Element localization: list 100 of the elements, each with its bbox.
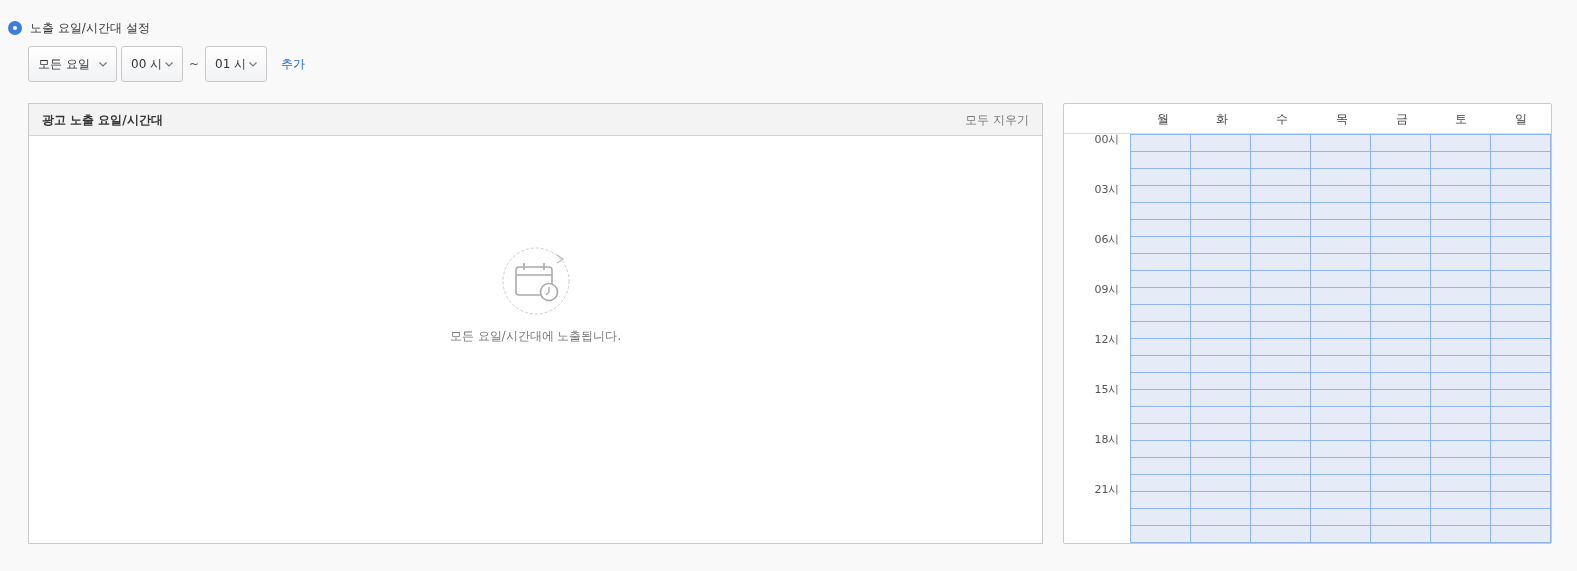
time-slot-cell[interactable]: [1251, 254, 1311, 271]
dropdown[interactable]: 00 시: [121, 46, 183, 82]
time-slot-cell[interactable]: [1431, 169, 1491, 186]
time-slot-cell[interactable]: [1371, 509, 1431, 526]
time-slot-cell[interactable]: [1311, 424, 1371, 441]
time-slot-cell[interactable]: [1311, 458, 1371, 475]
dropdown[interactable]: 01 시: [205, 46, 267, 82]
time-slot-cell[interactable]: [1491, 152, 1551, 169]
time-slot-cell[interactable]: [1131, 373, 1191, 390]
time-slot-cell[interactable]: [1431, 135, 1491, 152]
time-slot-cell[interactable]: [1371, 492, 1431, 509]
time-slot-cell[interactable]: [1251, 271, 1311, 288]
time-slot-cell[interactable]: [1251, 339, 1311, 356]
time-slot-cell[interactable]: [1131, 390, 1191, 407]
time-slot-cell[interactable]: [1371, 373, 1431, 390]
time-slot-cell[interactable]: [1191, 271, 1251, 288]
time-slot-cell[interactable]: [1311, 220, 1371, 237]
time-slot-cell[interactable]: [1371, 441, 1431, 458]
time-slot-cell[interactable]: [1371, 135, 1431, 152]
time-slot-cell[interactable]: [1491, 509, 1551, 526]
time-slot-cell[interactable]: [1131, 169, 1191, 186]
time-slot-cell[interactable]: [1371, 424, 1431, 441]
time-slot-cell[interactable]: [1191, 169, 1251, 186]
time-slot-cell[interactable]: [1311, 237, 1371, 254]
time-slot-cell[interactable]: [1311, 356, 1371, 373]
time-slot-cell[interactable]: [1311, 492, 1371, 509]
time-slot-cell[interactable]: [1131, 288, 1191, 305]
time-slot-cell[interactable]: [1371, 186, 1431, 203]
time-slot-cell[interactable]: [1491, 135, 1551, 152]
time-slot-cell[interactable]: [1191, 288, 1251, 305]
time-slot-cell[interactable]: [1131, 424, 1191, 441]
time-slot-cell[interactable]: [1371, 271, 1431, 288]
time-slot-cell[interactable]: [1431, 254, 1491, 271]
time-slot-cell[interactable]: [1251, 458, 1311, 475]
time-slot-cell[interactable]: [1431, 492, 1491, 509]
time-slot-cell[interactable]: [1131, 526, 1191, 543]
time-slot-cell[interactable]: [1251, 424, 1311, 441]
time-slot-cell[interactable]: [1431, 322, 1491, 339]
time-slot-cell[interactable]: [1251, 305, 1311, 322]
time-slot-cell[interactable]: [1371, 526, 1431, 543]
time-slot-cell[interactable]: [1191, 373, 1251, 390]
time-slot-cell[interactable]: [1191, 509, 1251, 526]
time-slot-cell[interactable]: [1191, 254, 1251, 271]
time-slot-cell[interactable]: [1311, 254, 1371, 271]
time-slot-cell[interactable]: [1131, 254, 1191, 271]
time-slot-cell[interactable]: [1131, 339, 1191, 356]
time-slot-cell[interactable]: [1131, 152, 1191, 169]
time-slot-cell[interactable]: [1431, 526, 1491, 543]
time-slot-cell[interactable]: [1251, 509, 1311, 526]
time-slot-cell[interactable]: [1251, 441, 1311, 458]
time-slot-cell[interactable]: [1191, 152, 1251, 169]
time-slot-cell[interactable]: [1191, 322, 1251, 339]
time-slot-cell[interactable]: [1491, 390, 1551, 407]
time-slot-cell[interactable]: [1491, 424, 1551, 441]
time-slot-cell[interactable]: [1191, 186, 1251, 203]
time-slot-cell[interactable]: [1191, 441, 1251, 458]
time-slot-cell[interactable]: [1311, 271, 1371, 288]
time-slot-cell[interactable]: [1311, 305, 1371, 322]
time-slot-cell[interactable]: [1431, 458, 1491, 475]
time-slot-cell[interactable]: [1431, 152, 1491, 169]
time-slot-cell[interactable]: [1491, 271, 1551, 288]
time-slot-cell[interactable]: [1311, 441, 1371, 458]
time-slot-cell[interactable]: [1251, 152, 1311, 169]
time-slot-cell[interactable]: [1131, 441, 1191, 458]
time-slot-cell[interactable]: [1371, 356, 1431, 373]
time-slot-cell[interactable]: [1311, 169, 1371, 186]
time-slot-cell[interactable]: [1491, 169, 1551, 186]
time-slot-cell[interactable]: [1431, 475, 1491, 492]
time-slot-cell[interactable]: [1491, 475, 1551, 492]
time-slot-cell[interactable]: [1371, 390, 1431, 407]
time-slot-cell[interactable]: [1311, 509, 1371, 526]
time-slot-cell[interactable]: [1131, 475, 1191, 492]
time-slot-cell[interactable]: [1191, 135, 1251, 152]
time-slot-cell[interactable]: [1431, 237, 1491, 254]
time-slot-cell[interactable]: [1311, 373, 1371, 390]
time-slot-cell[interactable]: [1131, 220, 1191, 237]
time-slot-cell[interactable]: [1131, 305, 1191, 322]
time-slot-cell[interactable]: [1371, 203, 1431, 220]
time-slot-cell[interactable]: [1311, 288, 1371, 305]
time-slot-cell[interactable]: [1431, 509, 1491, 526]
time-slot-cell[interactable]: [1131, 458, 1191, 475]
time-slot-cell[interactable]: [1191, 339, 1251, 356]
time-slot-cell[interactable]: [1431, 441, 1491, 458]
time-slot-cell[interactable]: [1191, 390, 1251, 407]
time-slot-cell[interactable]: [1311, 407, 1371, 424]
time-slot-cell[interactable]: [1431, 271, 1491, 288]
add-link[interactable]: 추가: [281, 55, 305, 73]
time-slot-cell[interactable]: [1491, 322, 1551, 339]
time-slot-cell[interactable]: [1131, 356, 1191, 373]
time-slot-cell[interactable]: [1311, 526, 1371, 543]
time-slot-cell[interactable]: [1251, 203, 1311, 220]
time-slot-cell[interactable]: [1191, 424, 1251, 441]
time-slot-cell[interactable]: [1191, 203, 1251, 220]
time-slot-cell[interactable]: [1491, 373, 1551, 390]
time-slot-cell[interactable]: [1491, 254, 1551, 271]
time-slot-cell[interactable]: [1251, 475, 1311, 492]
time-slot-cell[interactable]: [1191, 220, 1251, 237]
time-slot-cell[interactable]: [1491, 288, 1551, 305]
time-slot-cell[interactable]: [1431, 186, 1491, 203]
time-slot-cell[interactable]: [1311, 475, 1371, 492]
